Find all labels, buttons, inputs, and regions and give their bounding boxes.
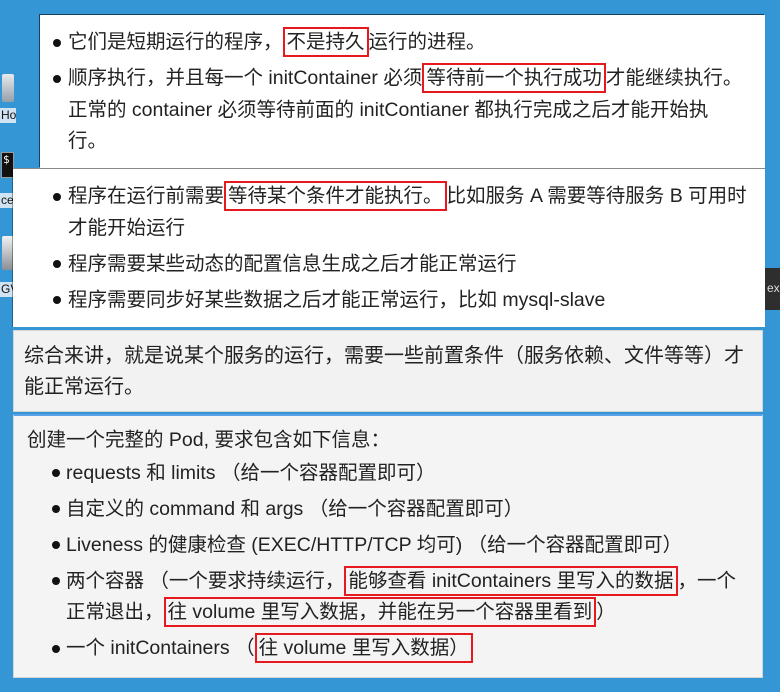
list-item: 一个 initContainers （往 volume 里写入数据）: [14, 633, 762, 665]
home-folder-icon: [2, 74, 14, 102]
text-segment: 正常退出，: [66, 601, 164, 623]
task-title: 创建一个完整的 Pod, 要求包含如下信息：: [27, 429, 390, 451]
text-line: 正常退出，往 volume 里写入数据，并能在另一个容器里看到）: [66, 597, 762, 629]
bullet-dot: [52, 577, 60, 586]
list-item: 两个容器 （一个要求持续运行， 能够查看 initContainers 里写入的数…: [14, 565, 762, 629]
text-line: 程序在运行前需要 等待某个条件才能执行。 比如服务 A 需要等待服务 B 可用时: [68, 181, 765, 213]
text-line: 自定义的 command 和 args （给一个容器配置即可）: [66, 497, 524, 520]
bullet-dot: [52, 505, 60, 514]
list-item: requests 和 limits （给一个容器配置即可）: [14, 458, 762, 490]
bullet-dot: [53, 38, 61, 47]
summary-panel: 综合来讲，就是说某个服务的运行，需要一些前置条件（服务依赖、文件等等）才 能正常…: [13, 330, 763, 412]
red-highlight-box: 等待前一个执行成功: [422, 63, 606, 93]
red-highlight-box: 往 volume 里写入数据）: [254, 633, 473, 663]
bullet-dot: [52, 541, 60, 550]
edge-window-label: ex: [767, 281, 780, 295]
red-highlight-box: 等待某个条件才能执行。: [224, 181, 447, 211]
list-item: 顺序执行，并且每一个 initContainer 必须 等待前一个执行成功 才能继续…: [40, 63, 765, 158]
text-segment: 才能继续执行。: [605, 67, 743, 89]
list-item: 程序需要同步好某些数据之后才能正常运行，比如 mysql-slave: [13, 285, 765, 317]
text-line: 两个容器 （一个要求持续运行， 能够查看 initContainers 里写入的数…: [66, 565, 762, 598]
bullet-dot: [53, 74, 61, 83]
desktop-icon-label: Ho: [0, 108, 16, 123]
bullet-dot: [52, 644, 60, 653]
bullet-dot: [52, 469, 60, 478]
list-item: Liveness 的健康检查 (EXEC/HTTP/TCP 均可) （给一个容器…: [14, 530, 762, 562]
text-segment: 它们是短期运行的程序，: [68, 31, 283, 53]
init-container-traits-panel: 它们是短期运行的程序， 不是持久 运行的进程。 顺序执行，并且每一个 initCon…: [40, 15, 765, 168]
list-item: 程序在运行前需要 等待某个条件才能执行。 比如服务 A 需要等待服务 B 可用时 才…: [13, 181, 765, 244]
list-item: 它们是短期运行的程序， 不是持久 运行的进程。: [40, 27, 765, 59]
text-line: 它们是短期运行的程序， 不是持久 运行的进程。: [68, 27, 765, 59]
text-line: 才能开始运行: [68, 216, 186, 239]
bullet-dot: [53, 260, 61, 269]
red-highlight-box: 往 volume 里写入数据，并能在另一个容器里看到: [163, 597, 597, 627]
text-segment: ，一个: [677, 569, 737, 592]
text-line: 程序需要同步好某些数据之后才能正常运行，比如 mysql-slave: [68, 288, 606, 311]
text-segment: ）: [596, 601, 616, 623]
summary-line: 能正常运行。: [24, 376, 144, 398]
edge-window-tab[interactable]: ex: [765, 268, 780, 310]
text-line: 一个 initContainers （往 volume 里写入数据）: [66, 633, 762, 665]
list-item: 程序需要某些动态的配置信息生成之后才能正常运行: [13, 249, 765, 281]
text-line: Liveness 的健康检查 (EXEC/HTTP/TCP 均可) （给一个容器…: [66, 533, 683, 556]
text-line: 正常的 container 必须等待前面的 initContianer 都执行完…: [68, 98, 709, 121]
text-segment: 两个容器 （一个要求持续运行，: [66, 569, 345, 592]
red-highlight-box: 不是持久: [282, 27, 369, 57]
text-segment: 运行的进程。: [368, 31, 486, 53]
text-line: requests 和 limits （给一个容器配置即可）: [66, 461, 436, 484]
list-item: 自定义的 command 和 args （给一个容器配置即可）: [14, 494, 762, 526]
text-segment: 程序在运行前需要: [68, 185, 225, 207]
text-segment: 一个 initContainers （: [66, 637, 255, 659]
summary-line: 综合来讲，就是说某个服务的运行，需要一些前置条件（服务依赖、文件等等）才: [24, 345, 744, 367]
task-requirements-panel: 创建一个完整的 Pod, 要求包含如下信息： requests 和 limits…: [13, 414, 763, 678]
text-segment: 比如服务 A 需要等待服务 B 可用时: [446, 185, 747, 207]
text-segment: 顺序执行，并且每一个 initContainer 必须: [68, 67, 423, 89]
bullet-dot: [53, 192, 61, 201]
text-line: 行。: [68, 130, 108, 152]
text-line: 顺序执行，并且每一个 initContainer 必须 等待前一个执行成功 才能继续…: [68, 63, 765, 95]
red-highlight-box: 能够查看 initContainers 里写入的数据: [344, 565, 678, 596]
bullet-dot: [53, 296, 61, 305]
text-line: 程序需要某些动态的配置信息生成之后才能正常运行: [68, 252, 517, 275]
use-cases-panel: 程序在运行前需要 等待某个条件才能执行。 比如服务 A 需要等待服务 B 可用时 才…: [13, 168, 765, 327]
